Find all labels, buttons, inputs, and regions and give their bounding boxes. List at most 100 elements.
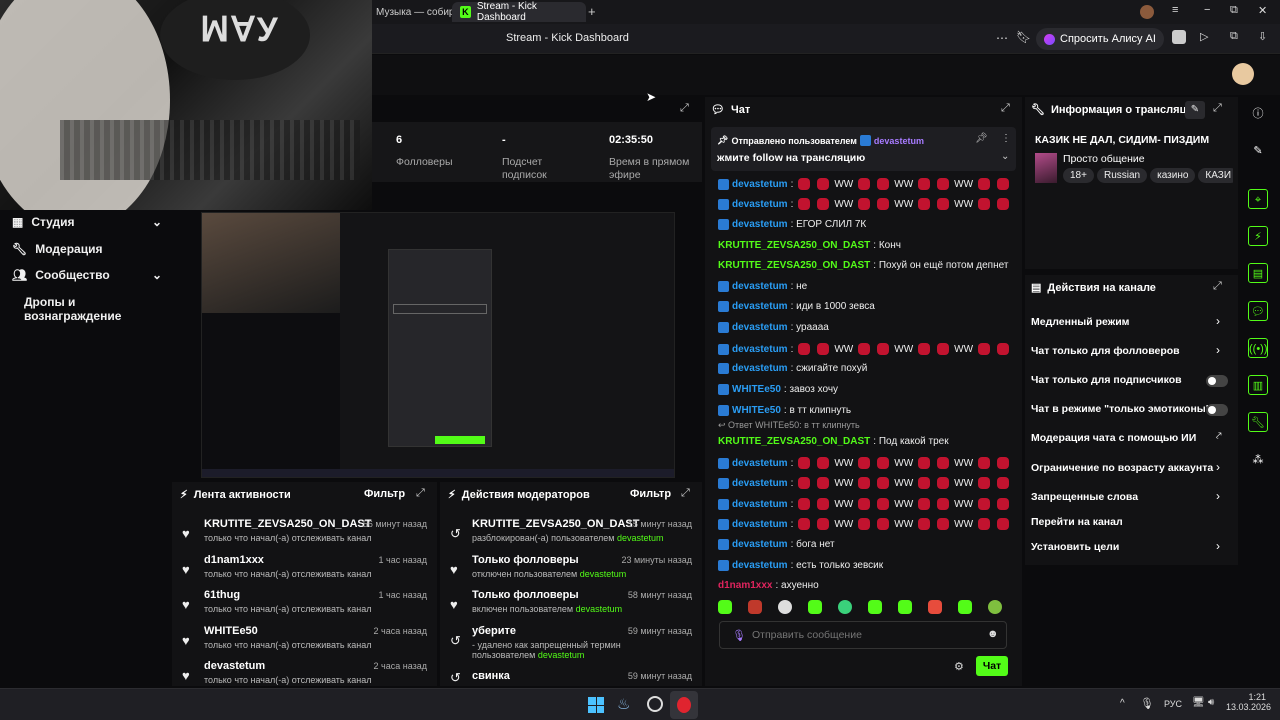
chat-username[interactable]: d1nam1xxx <box>718 580 772 591</box>
language-indicator[interactable]: РУС <box>1164 699 1182 709</box>
mod-action-user[interactable]: devastetum <box>576 604 623 614</box>
emote-icon[interactable] <box>718 600 732 614</box>
user-avatar[interactable] <box>1232 63 1254 85</box>
go-to-channel-row[interactable]: Перейти на канал <box>1031 516 1123 528</box>
chat-username[interactable]: devastetum <box>732 560 788 571</box>
mod-action-user[interactable]: devastetum <box>580 569 627 579</box>
collections-icon[interactable]: ⧉ <box>1230 30 1238 43</box>
profile-avatar[interactable] <box>1140 5 1154 19</box>
chat-username[interactable]: devastetum <box>732 458 788 469</box>
minimize-icon[interactable]: − <box>1204 4 1210 16</box>
server-icon[interactable]: ▥ <box>1248 375 1268 395</box>
emote-icon[interactable] <box>988 600 1002 614</box>
clipboard-icon[interactable]: ▤ <box>1248 263 1268 283</box>
chat-username[interactable]: WHITEe50 <box>732 384 781 395</box>
chat-username[interactable]: KRUTITE_ZEVSA250_ON_DAST <box>718 260 870 271</box>
mod-filter-button[interactable]: Фильтр <box>630 488 671 500</box>
chat-username[interactable]: WHITEe50 <box>732 405 781 416</box>
sidebar-item-studio[interactable]: ▦ Студия ⌄ <box>12 215 162 229</box>
expand-icon[interactable]: ⤢ <box>1001 102 1010 115</box>
chat-username[interactable]: devastetum <box>732 344 788 355</box>
emote-icon[interactable] <box>928 600 942 614</box>
emote-only-toggle[interactable] <box>1206 404 1228 416</box>
chevron-right-icon[interactable]: › <box>1216 343 1220 357</box>
emote-icon[interactable] <box>748 600 762 614</box>
microphone-icon[interactable]: 🎙︎ <box>732 629 746 642</box>
chat-username[interactable]: devastetum <box>732 322 788 333</box>
chat-username[interactable]: devastetum <box>732 199 788 210</box>
extension-icon[interactable] <box>1172 30 1186 44</box>
stream-preview[interactable] <box>201 212 675 478</box>
chat-input[interactable]: 🎙︎ ☻ <box>719 621 1007 649</box>
windows-start-icon[interactable] <box>588 697 604 713</box>
account-age-row[interactable]: Ограничение по возрасту аккаунта <box>1031 462 1213 474</box>
mod-action-user[interactable]: devastetum <box>538 650 585 660</box>
volume-icon[interactable]: 🔊︎ <box>1208 697 1214 708</box>
chat-username[interactable]: devastetum <box>732 219 788 230</box>
emote-icon[interactable] <box>958 600 972 614</box>
expand-icon[interactable]: ⤢ <box>681 487 690 500</box>
activity-user[interactable]: d1nam1xxx <box>204 554 264 566</box>
emoji-icon[interactable]: ☻ <box>987 628 999 640</box>
plugins-icon[interactable]: ⁂ <box>1248 450 1268 470</box>
download-icon[interactable]: ⇩ <box>1258 30 1267 43</box>
new-tab-button[interactable]: + <box>588 4 596 19</box>
chevron-right-icon[interactable]: › <box>1216 489 1220 503</box>
pinned-user[interactable]: devastetum <box>874 136 924 146</box>
chat-username[interactable]: devastetum <box>732 478 788 489</box>
mic-tray-icon[interactable]: 🎙︎ <box>1140 697 1154 710</box>
tab-kick-dashboard[interactable]: K Stream - Kick Dashboard <box>452 1 586 23</box>
more-vertical-icon[interactable]: ⋮ <box>1001 133 1011 144</box>
media-icon[interactable]: ▷ <box>1200 30 1208 43</box>
more-icon[interactable]: ⋯ <box>996 31 1008 45</box>
chat-username[interactable]: devastetum <box>732 301 788 312</box>
expand-icon[interactable]: ⤢ <box>1213 280 1222 293</box>
activity-filter-button[interactable]: Фильтр <box>364 488 405 500</box>
emote-icon[interactable] <box>838 600 852 614</box>
close-icon[interactable]: ✕ <box>1258 4 1267 17</box>
obs-icon[interactable] <box>647 696 663 712</box>
chat-username[interactable]: devastetum <box>732 519 788 530</box>
tab-music[interactable]: Музыка — собир <box>368 2 462 22</box>
broadcast-icon[interactable]: ((•)) <box>1248 338 1268 358</box>
tray-chevron-icon[interactable]: ^ <box>1120 698 1125 709</box>
info-icon[interactable]: ⓘ <box>1248 104 1268 124</box>
ask-alice-button[interactable]: Спросить Алису AI <box>1036 28 1164 50</box>
gear-icon[interactable]: ⚙ <box>954 660 964 673</box>
pencil-icon[interactable]: ✎ <box>1248 141 1268 161</box>
emote-icon[interactable] <box>898 600 912 614</box>
set-goals-row[interactable]: Установить цели <box>1031 541 1119 553</box>
activity-user[interactable]: devastetum <box>204 660 265 672</box>
ai-moderation-row[interactable]: Модерация чата с помощью ИИ <box>1031 432 1196 444</box>
chat-message-field[interactable] <box>752 627 972 643</box>
banned-words-row[interactable]: Запрещенные слова <box>1031 491 1138 503</box>
chat-username[interactable]: KRUTITE_ZEVSA250_ON_DAST <box>718 436 870 447</box>
chevron-down-icon[interactable]: ⌄ <box>1001 151 1009 162</box>
followers-only-row[interactable]: Чат только для фолловеров <box>1031 345 1180 357</box>
pin-icon[interactable]: 📌︎ <box>975 133 988 144</box>
maximize-icon[interactable]: ⧉ <box>1230 4 1238 17</box>
stream-category[interactable]: Просто общение <box>1063 153 1145 165</box>
send-chat-button[interactable]: Чат <box>976 656 1008 676</box>
steam-icon[interactable]: ♨ <box>617 695 630 713</box>
mod-action-user[interactable]: devastetum <box>617 533 664 543</box>
subscribers-only-toggle[interactable] <box>1206 375 1228 387</box>
menu-icon[interactable]: ≡ <box>1172 4 1178 16</box>
lightning-icon[interactable]: ⚡︎ <box>1248 226 1268 246</box>
edit-icon[interactable]: ✎ <box>1185 101 1205 119</box>
expand-icon[interactable]: ⤢ <box>416 487 425 500</box>
network-icon[interactable]: 🖥︎ <box>1192 697 1205 708</box>
emote-icon[interactable] <box>868 600 882 614</box>
chat-username[interactable]: devastetum <box>732 499 788 510</box>
emote-icon[interactable] <box>808 600 822 614</box>
chat-username[interactable]: devastetum <box>732 539 788 550</box>
activity-user[interactable]: 61thug <box>204 589 240 601</box>
clock[interactable]: 1:21 13.03.2026 <box>1226 692 1271 712</box>
chat-username[interactable]: devastetum <box>732 281 788 292</box>
sidebar-item-moderation[interactable]: 🔧︎ Модерация <box>12 242 102 256</box>
emote-icon[interactable] <box>778 600 792 614</box>
bookmark-icon[interactable]: 🔖︎ <box>1016 30 1031 44</box>
activity-user[interactable]: WHITEe50 <box>204 625 258 637</box>
chat-username[interactable]: devastetum <box>732 363 788 374</box>
sidebar-item-community[interactable]: 👥︎ Сообщество ⌄ <box>12 268 162 282</box>
